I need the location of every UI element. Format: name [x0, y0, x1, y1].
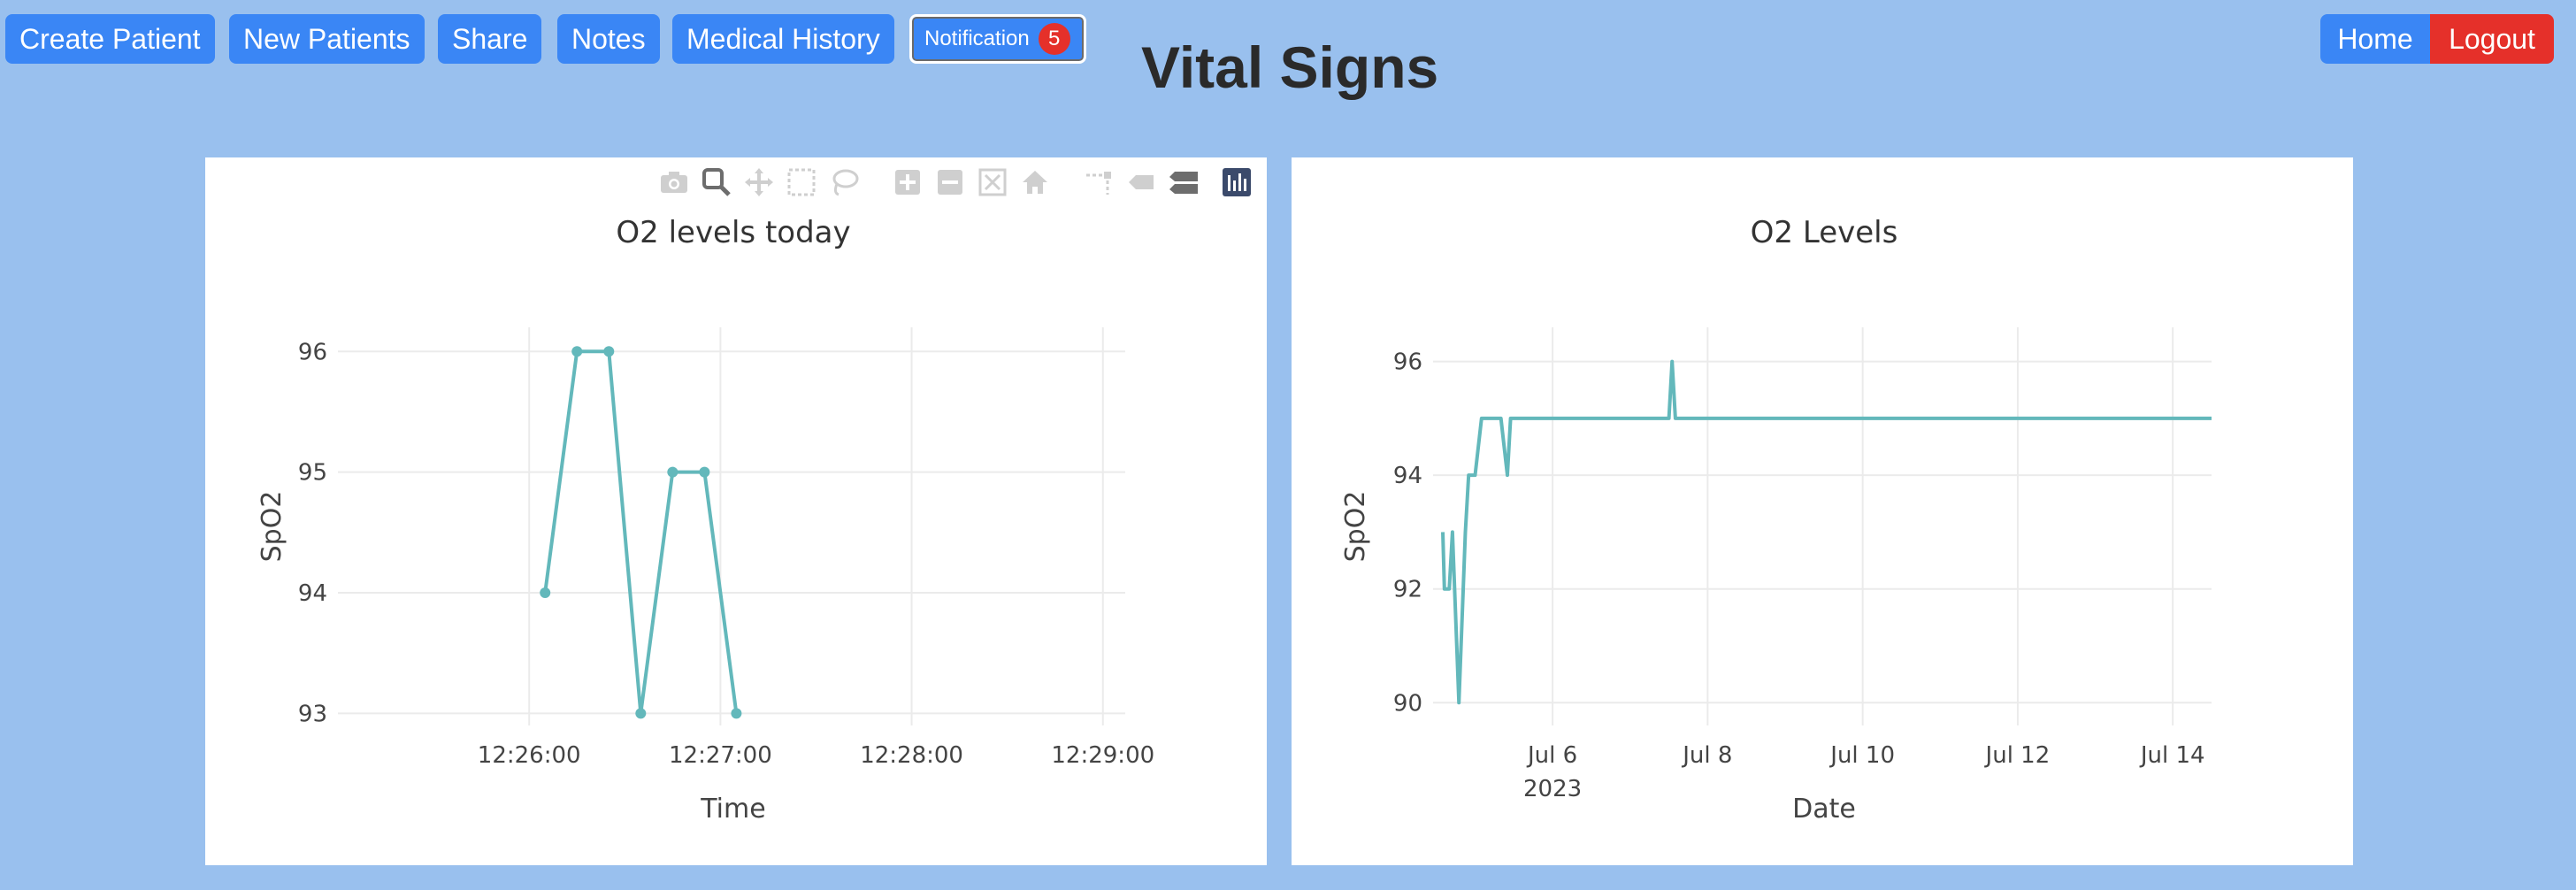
y-tick-label: 90 — [1393, 690, 1422, 717]
data-point-marker — [540, 587, 551, 598]
share-button[interactable]: Share — [438, 14, 542, 64]
y-tick-label: 96 — [1393, 349, 1422, 376]
logout-button[interactable]: Logout — [2430, 14, 2554, 64]
notification-button[interactable]: Notification 5 — [909, 14, 1086, 64]
x-tick-label: 12:27:00 — [669, 742, 772, 769]
x-tick-label: 12:28:00 — [860, 742, 963, 769]
x-tick-label: Jul 12 — [1984, 742, 2051, 769]
new-patients-button[interactable]: New Patients — [229, 14, 425, 64]
top-navigation-bar: Create Patient New Patients Share Notes … — [0, 0, 2576, 100]
data-point-marker — [731, 708, 742, 719]
x-tick-label: Jul 6 — [1526, 742, 1577, 769]
data-point-marker — [667, 466, 678, 478]
y-tick-label: 96 — [298, 339, 327, 365]
x-tick-label: 12:29:00 — [1051, 742, 1154, 769]
data-point-marker — [699, 466, 710, 478]
y-tick-label: 93 — [298, 701, 327, 727]
medical-history-button[interactable]: Medical History — [672, 14, 894, 64]
o2-today-line-chart: O2 levels today 93 94 95 96 12:26:00 12:27:00 1… — [257, 215, 1154, 825]
y-axis-title: SpO2 — [1340, 491, 1371, 563]
x-tick-label: Jul 10 — [1828, 742, 1895, 769]
notification-count-badge: 5 — [1038, 23, 1070, 55]
notes-button[interactable]: Notes — [557, 14, 660, 64]
page-title: Vital Signs — [1141, 35, 1439, 100]
y-tick-label: 95 — [298, 460, 327, 487]
y-tick-label: 92 — [1393, 577, 1422, 603]
x-tick-label: 12:26:00 — [478, 742, 581, 769]
x-tick-label: Jul 8 — [1681, 742, 1732, 769]
x-tick-label: Jul 14 — [2139, 742, 2205, 769]
x-tick-year-label: 2023 — [1523, 776, 1582, 802]
y-tick-label: 94 — [298, 580, 327, 607]
x-axis-title: Time — [700, 794, 765, 825]
create-patient-button[interactable]: Create Patient — [5, 14, 215, 64]
y-axis-title: SpO2 — [257, 491, 288, 563]
data-point-marker — [603, 346, 615, 357]
data-point-marker — [571, 346, 583, 357]
home-button[interactable]: Home — [2320, 14, 2430, 64]
x-axis-title: Date — [1792, 794, 1856, 825]
y-tick-label: 94 — [1393, 463, 1422, 489]
notification-label: Notification — [924, 27, 1030, 50]
o2-levels-line-chart: O2 Levels 90 92 94 96 Jul 6 2023 Jul 8 Jul 10 Jul… — [1340, 215, 2212, 825]
chart-title: O2 Levels — [1751, 215, 1898, 250]
o2-today-chart-panel: O2 levels today 93 94 95 96 12:26:00 12:27:00 1… — [205, 157, 1267, 865]
data-point-marker — [635, 708, 647, 719]
series-line — [1441, 359, 2212, 705]
series-line — [543, 349, 739, 716]
chart-title: O2 levels today — [616, 215, 850, 250]
o2-levels-chart-panel: O2 Levels 90 92 94 96 Jul 6 2023 Jul 8 Jul 10 Jul… — [1292, 157, 2353, 865]
